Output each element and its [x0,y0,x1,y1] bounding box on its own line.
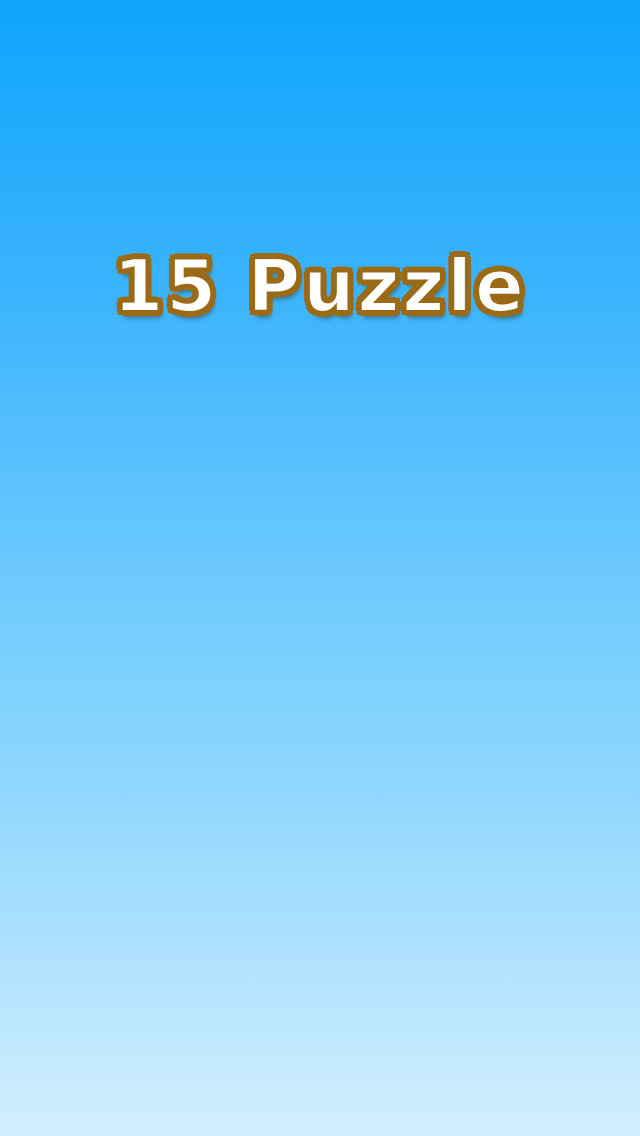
title-screen: 15 Puzzle [0,0,640,1136]
game-title: 15 Puzzle [112,243,527,329]
